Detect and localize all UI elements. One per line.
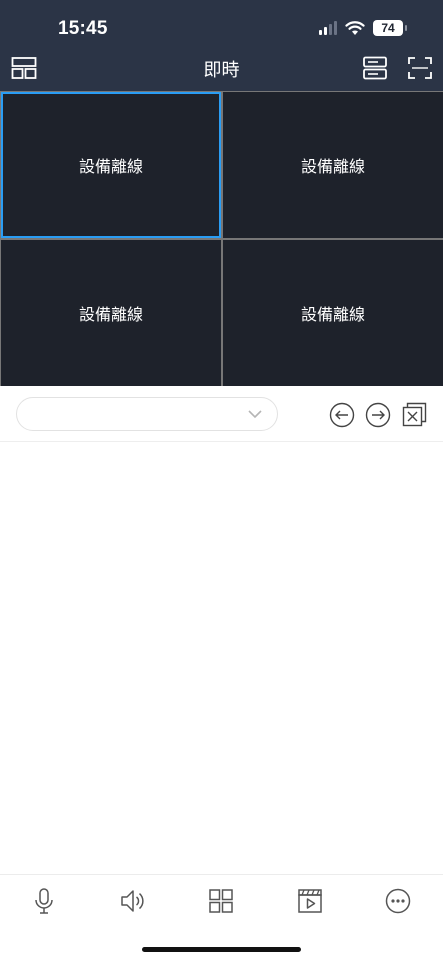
bottom-toolbar <box>0 874 443 960</box>
channel-dropdown[interactable] <box>16 397 278 431</box>
video-cell-4[interactable]: 設備離線 <box>223 240 443 386</box>
speaker-icon[interactable] <box>119 887 147 915</box>
offline-label: 設備離線 <box>300 305 365 324</box>
video-cell-3[interactable]: 設備離線 <box>1 240 221 386</box>
control-row <box>0 386 443 442</box>
offline-label: 設備離線 <box>300 157 365 176</box>
device-list-icon[interactable] <box>362 56 388 80</box>
offline-label: 設備離線 <box>78 305 143 324</box>
battery-icon: 74 <box>373 20 407 36</box>
video-grid: 設備離線 設備離線 設備離線 設備離線 <box>0 91 443 386</box>
home-indicator[interactable] <box>142 947 301 952</box>
close-all-icon[interactable] <box>402 402 428 428</box>
video-cell-1[interactable]: 設備離線 <box>1 92 221 238</box>
wifi-icon <box>345 20 365 36</box>
microphone-icon[interactable] <box>30 887 58 915</box>
cellular-signal-icon <box>319 21 337 35</box>
fullscreen-icon[interactable] <box>407 56 433 80</box>
top-bar: 15:45 74 即時 <box>0 0 443 91</box>
arrow-left-circle-icon[interactable] <box>329 402 355 428</box>
status-icons: 74 <box>319 20 407 36</box>
arrow-right-circle-icon[interactable] <box>365 402 391 428</box>
playback-icon[interactable] <box>296 887 324 915</box>
more-icon[interactable] <box>384 887 412 915</box>
grid-layout-icon[interactable] <box>207 887 235 915</box>
chevron-down-icon <box>247 406 263 422</box>
video-cell-2[interactable]: 設備離線 <box>223 92 443 238</box>
offline-label: 設備離線 <box>78 157 143 176</box>
status-time: 15:45 <box>58 18 108 39</box>
